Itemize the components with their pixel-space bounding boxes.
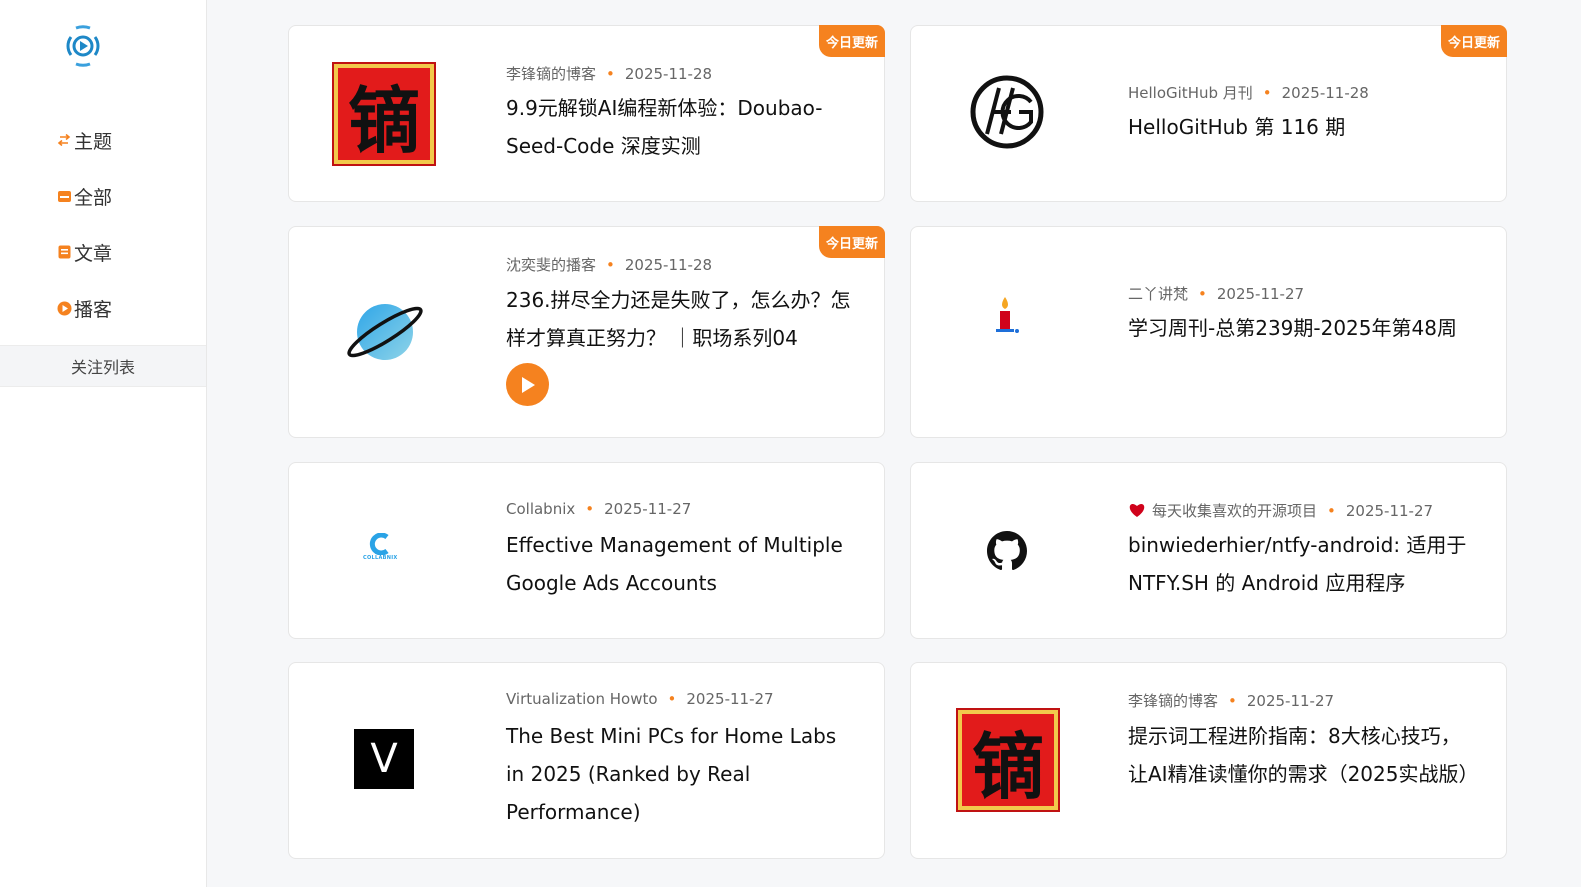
switch-arrows-icon xyxy=(56,132,72,148)
card-meta: 李锋镝的博客 • 2025-11-27 xyxy=(1128,692,1335,710)
publish-date: 2025-11-27 xyxy=(604,500,692,518)
feed-card[interactable]: 镝 李锋镝的博客 • 2025-11-27 提示词工程进阶指南：8大核心技巧，让AI… xyxy=(910,662,1507,859)
feed-card[interactable]: 今日更新 HelloGitHub 月刊 • 2025-11-28 HelloGitH… xyxy=(910,25,1507,202)
card-title[interactable]: 提示词工程进阶指南：8大核心技巧，让AI精准读懂你的需求（2025实战版） xyxy=(1128,717,1478,793)
feed-card[interactable]: 今日更新 镝 李锋镝的博客 • 2025-11-28 9.9元解锁AI编程新体验：D… xyxy=(288,25,885,202)
collabnix-logo-icon: COLLABNIX xyxy=(363,533,398,561)
hellogithub-logo-icon xyxy=(969,74,1045,150)
podcast-broadcast-icon[interactable] xyxy=(64,25,102,67)
document-icon xyxy=(56,244,72,260)
feed-card[interactable]: 每天收集喜欢的开源项目 • 2025-11-27 binwiederhier/ntf… xyxy=(910,462,1507,639)
source-name[interactable]: Collabnix xyxy=(506,500,575,518)
source-name[interactable]: 沈奕斐的播客 xyxy=(506,256,596,274)
github-icon xyxy=(987,531,1027,571)
planet-icon xyxy=(344,297,426,367)
inbox-icon xyxy=(56,188,72,204)
card-meta: 李锋镝的博客 • 2025-11-28 xyxy=(506,65,713,83)
heart-icon xyxy=(1128,502,1146,522)
follow-list-label: 关注列表 xyxy=(70,358,135,377)
source-name[interactable]: 李锋镝的博客 xyxy=(506,65,596,83)
calligraphy-seal-icon: 镝 xyxy=(332,62,436,166)
source-name[interactable]: Virtualization Howto xyxy=(506,690,658,708)
card-title[interactable]: Effective Management of Multiple Google … xyxy=(506,526,866,602)
sidebar-item-topics[interactable]: 主题 xyxy=(0,112,206,168)
card-meta: 沈奕斐的播客 • 2025-11-28 xyxy=(506,256,713,274)
play-icon xyxy=(521,376,535,393)
publish-date: 2025-11-28 xyxy=(624,256,713,274)
sidebar-item-all[interactable]: 全部 xyxy=(0,168,206,224)
sidebar-item-label: 主题 xyxy=(74,130,113,153)
feed-card[interactable]: V Virtualization Howto • 2025-11-27 The Be… xyxy=(288,662,885,859)
feed-card[interactable]: 今日更新 沈奕斐的播客 • 2025-11-28 236.拼尽全力还是失败了，怎么办… xyxy=(288,226,885,438)
source-name[interactable]: 每天收集喜欢的开源项目 xyxy=(1152,502,1317,520)
today-updated-badge: 今日更新 xyxy=(818,25,885,57)
sidebar-item-label: 全部 xyxy=(74,186,113,209)
feed-card[interactable]: COLLABNIX Collabnix • 2025-11-27 Effective… xyxy=(288,462,885,639)
card-meta: 二丫讲梵 • 2025-11-27 xyxy=(1128,285,1305,303)
card-title[interactable]: 9.9元解锁AI编程新体验：Doubao-Seed-Code 深度实测 xyxy=(506,89,851,165)
follow-list-button[interactable]: 关注列表 xyxy=(0,345,206,387)
publish-date: 2025-11-27 xyxy=(1246,692,1335,710)
publish-date: 2025-11-28 xyxy=(1281,84,1369,102)
source-name[interactable]: HelloGitHub 月刊 xyxy=(1128,84,1253,102)
today-updated-badge: 今日更新 xyxy=(818,226,885,258)
card-meta: Virtualization Howto • 2025-11-27 xyxy=(506,690,774,708)
card-meta: 每天收集喜欢的开源项目 • 2025-11-27 xyxy=(1128,500,1433,522)
publish-date: 2025-11-27 xyxy=(1345,502,1434,520)
source-name[interactable]: 二丫讲梵 xyxy=(1128,285,1188,303)
v-logo-icon: V xyxy=(354,729,414,789)
sidebar-item-label: 文章 xyxy=(74,242,113,265)
card-meta: Collabnix • 2025-11-27 xyxy=(506,500,692,518)
source-name[interactable]: 李锋镝的博客 xyxy=(1128,692,1218,710)
card-title[interactable]: 学习周刊-总第239期-2025年第48周 xyxy=(1128,309,1478,347)
feed-card[interactable]: 二丫讲梵 • 2025-11-27 学习周刊-总第239期-2025年第48周 xyxy=(910,226,1507,438)
card-title[interactable]: HelloGitHub 第 116 期 xyxy=(1128,108,1478,146)
sidebar-item-podcasts[interactable]: 播客 xyxy=(0,280,206,336)
sidebar-item-label: 播客 xyxy=(74,298,113,321)
card-title[interactable]: binwiederhier/ntfy-android: 适用于 NTFY.SH … xyxy=(1128,526,1488,602)
sidebar-nav: 主题 全部 文章 播客 xyxy=(0,112,206,336)
publish-date: 2025-11-27 xyxy=(1216,285,1305,303)
card-meta: HelloGitHub 月刊 • 2025-11-28 xyxy=(1128,84,1369,102)
today-updated-badge: 今日更新 xyxy=(1440,25,1507,57)
play-circle-icon xyxy=(56,300,72,316)
calligraphy-seal-icon: 镝 xyxy=(956,708,1060,812)
sidebar: 主题 全部 文章 播客 关注列表 xyxy=(0,0,207,887)
publish-date: 2025-11-28 xyxy=(624,65,713,83)
card-title[interactable]: The Best Mini PCs for Home Labs in 2025 … xyxy=(506,717,856,831)
card-title[interactable]: 236.拼尽全力还是失败了，怎么办？怎样才算真正努力？ ｜职场系列04 xyxy=(506,281,851,357)
publish-date: 2025-11-27 xyxy=(686,690,774,708)
sidebar-item-articles[interactable]: 文章 xyxy=(0,224,206,280)
collabnix-logo-text: COLLABNIX xyxy=(363,555,398,561)
candle-icon xyxy=(993,295,1021,335)
play-button[interactable] xyxy=(506,363,549,406)
